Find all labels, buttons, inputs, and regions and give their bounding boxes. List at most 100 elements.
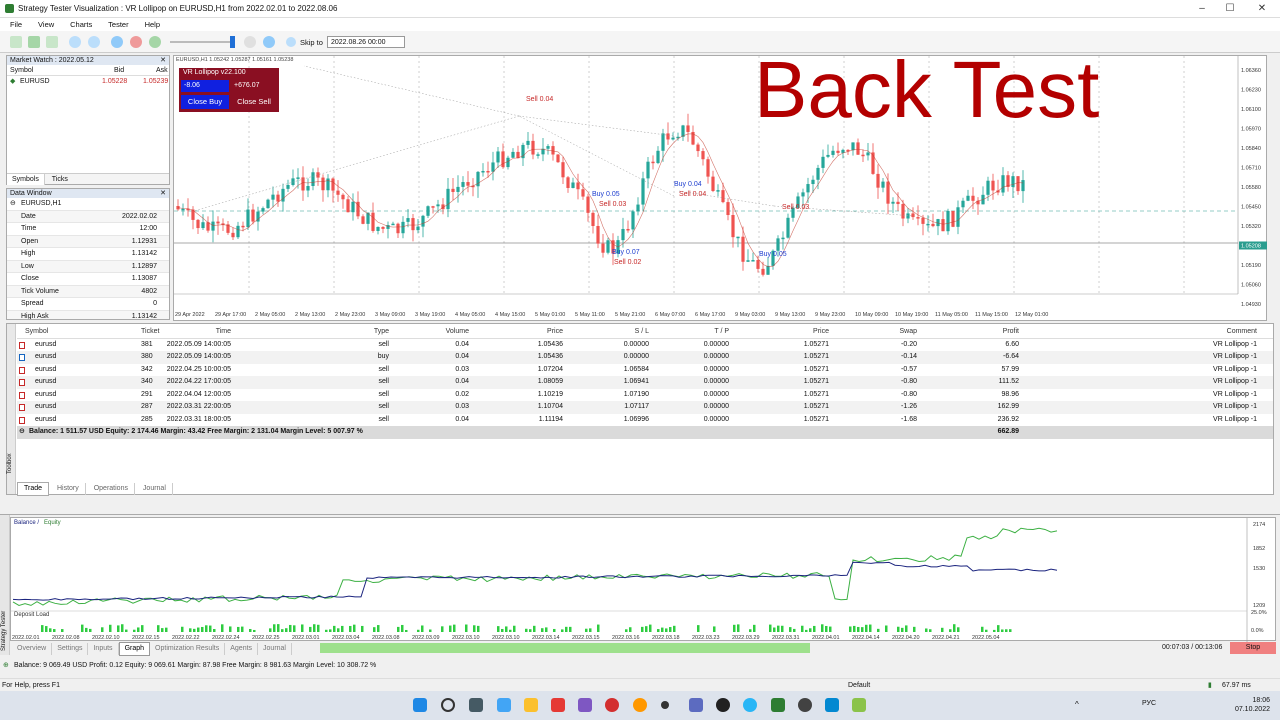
column-header[interactable]: Swap (899, 326, 917, 339)
menu-help[interactable]: Help (145, 18, 160, 31)
price-chart-canvas[interactable]: Sell 0.04 Buy 0.05 Sell 0.03 Buy 0.07 Sell 0… (174, 56, 1268, 322)
tab-ticks[interactable]: Ticks (47, 174, 73, 185)
menu-charts[interactable]: Charts (70, 18, 92, 31)
app-icon[interactable] (661, 701, 669, 709)
column-header[interactable]: Time (216, 326, 231, 339)
tab-optimization-results[interactable]: Optimization Results (150, 643, 226, 655)
metatrader-icon[interactable] (771, 698, 785, 712)
telegram-icon[interactable] (743, 698, 757, 712)
col-ask[interactable]: Ask (156, 65, 168, 76)
tab-trade[interactable]: Trade (17, 482, 50, 496)
trade-time: 2022.04.04 12:00:05 (166, 390, 231, 398)
column-header[interactable]: T / P (714, 326, 729, 339)
tab-inputs[interactable]: Inputs (88, 643, 119, 655)
trade-swap: -0.57 (901, 365, 917, 373)
close-buy-button[interactable]: Close Buy (181, 95, 229, 109)
toolbox-side-tab[interactable]: Toolbox (7, 324, 16, 494)
collapse-icon[interactable]: ⊖ (19, 426, 25, 439)
search-icon[interactable] (441, 698, 455, 712)
browser-icon[interactable] (605, 698, 619, 712)
col-bid[interactable]: Bid (114, 65, 124, 76)
close-sell-button[interactable]: Close Sell (231, 95, 277, 109)
minimize-button[interactable]: – (1192, 2, 1212, 16)
widgets-icon[interactable] (497, 698, 511, 712)
clock[interactable]: 18:06 07.10.2022 (1235, 696, 1270, 714)
trade-row[interactable]: eurusd 340 2022.04.22 17:00:05 sell 0.04 1.08… (17, 376, 1273, 389)
column-header[interactable]: S / L (635, 326, 649, 339)
tab-settings[interactable]: Settings (52, 643, 89, 655)
tab-operations[interactable]: Operations (88, 483, 135, 495)
deposit-load-bar (825, 625, 828, 632)
tab-journal[interactable]: Journal (258, 643, 292, 655)
app-icon[interactable] (551, 698, 565, 712)
app-icon[interactable] (689, 698, 703, 712)
close-icon[interactable]: ✕ (160, 189, 166, 198)
maximize-button[interactable]: ☐ (1220, 2, 1240, 16)
tab-symbols[interactable]: Symbols (7, 174, 45, 185)
time-label: 29 Apr 17:00 (215, 312, 246, 318)
close-icon[interactable]: ✕ (160, 56, 166, 65)
data-value: 1.13142 (131, 250, 157, 257)
tester-side-tab[interactable]: Strategy Tester (0, 515, 10, 655)
price-chart[interactable]: Sell 0.04 Buy 0.05 Sell 0.03 Buy 0.07 Sell 0… (173, 45, 1268, 322)
tab-history[interactable]: History (51, 483, 86, 495)
candle-body (781, 237, 785, 240)
skip-to-date-input[interactable]: 2022.08.26 00:00 (327, 36, 405, 48)
start-icon[interactable] (413, 698, 427, 712)
column-header[interactable]: Volume (446, 326, 469, 339)
trade-row[interactable]: eurusd 381 2022.05.09 14:00:05 sell 0.04 1.05… (17, 339, 1273, 352)
column-header[interactable]: Price (547, 326, 563, 339)
expand-icon[interactable]: ⊖ (10, 198, 16, 211)
app-icon[interactable] (825, 698, 839, 712)
app-icon[interactable] (633, 698, 647, 712)
col-symbol[interactable]: Symbol (10, 65, 33, 76)
trade-cur: 1.05271 (803, 403, 829, 410)
speed-slider-thumb[interactable] (230, 36, 235, 48)
trade-row[interactable]: eurusd 342 2022.04.25 10:00:05 sell 0.03 1.07… (17, 364, 1273, 377)
language-indicator[interactable]: РУС (1142, 700, 1156, 707)
tab-overview[interactable]: Overview (12, 643, 53, 655)
step-back-icon[interactable] (244, 36, 256, 48)
column-header[interactable]: Symbol (25, 326, 48, 339)
speed-slider[interactable] (170, 41, 232, 43)
line-chart-icon[interactable] (46, 36, 58, 48)
column-header[interactable]: Comment (1227, 326, 1257, 339)
column-header[interactable]: Profit (1003, 326, 1019, 339)
candle-body (546, 146, 550, 149)
close-button[interactable]: ✕ (1252, 2, 1272, 16)
market-watch-row[interactable]: ◆ EURUSD 1.05228 1.05239 (7, 76, 169, 87)
tab-journal[interactable]: Journal (137, 483, 173, 495)
stop-icon[interactable] (130, 36, 142, 48)
column-header[interactable]: Ticket (141, 326, 159, 339)
menu-tester[interactable]: Tester (108, 18, 128, 31)
tray-arrow-icon[interactable]: ^ (1075, 700, 1079, 709)
app-icon[interactable] (798, 698, 812, 712)
trade-row[interactable]: eurusd 291 2022.04.04 12:00:05 sell 0.02 1.10… (17, 389, 1273, 402)
stop-button[interactable]: Stop (1230, 642, 1276, 654)
tab-graph[interactable]: Graph (118, 642, 151, 656)
file-explorer-icon[interactable] (524, 698, 538, 712)
play-icon[interactable] (149, 36, 161, 48)
trade-row[interactable]: eurusd 380 2022.05.09 14:00:05 buy 0.04 1.054… (17, 351, 1273, 364)
pause-icon[interactable] (111, 36, 123, 48)
trade-row[interactable]: eurusd 285 2022.03.31 18:00:05 sell 0.04 1.11… (17, 414, 1273, 427)
candle-body (986, 180, 990, 195)
task-view-icon[interactable] (469, 698, 483, 712)
column-header[interactable]: Type (374, 326, 389, 339)
zoom-in-icon[interactable] (69, 36, 81, 48)
candles-icon[interactable] (28, 36, 40, 48)
data-value: 2022.02.02 (121, 212, 157, 220)
column-header[interactable]: Price (813, 326, 829, 339)
trade-row[interactable]: eurusd 287 2022.03.31 22:00:05 sell 0.03 1.10… (17, 401, 1273, 414)
app-icon[interactable] (716, 698, 730, 712)
deposit-load-bar (849, 626, 852, 632)
app-icon[interactable] (852, 698, 866, 712)
zoom-out-icon[interactable] (88, 36, 100, 48)
tab-agents[interactable]: Agents (225, 643, 259, 655)
menu-view[interactable]: View (38, 18, 54, 31)
data-key: Time (21, 225, 37, 232)
menu-file[interactable]: File (10, 18, 22, 31)
app-icon[interactable] (578, 698, 592, 712)
bar-chart-icon[interactable] (10, 36, 22, 48)
step-forward-icon[interactable] (263, 36, 275, 48)
